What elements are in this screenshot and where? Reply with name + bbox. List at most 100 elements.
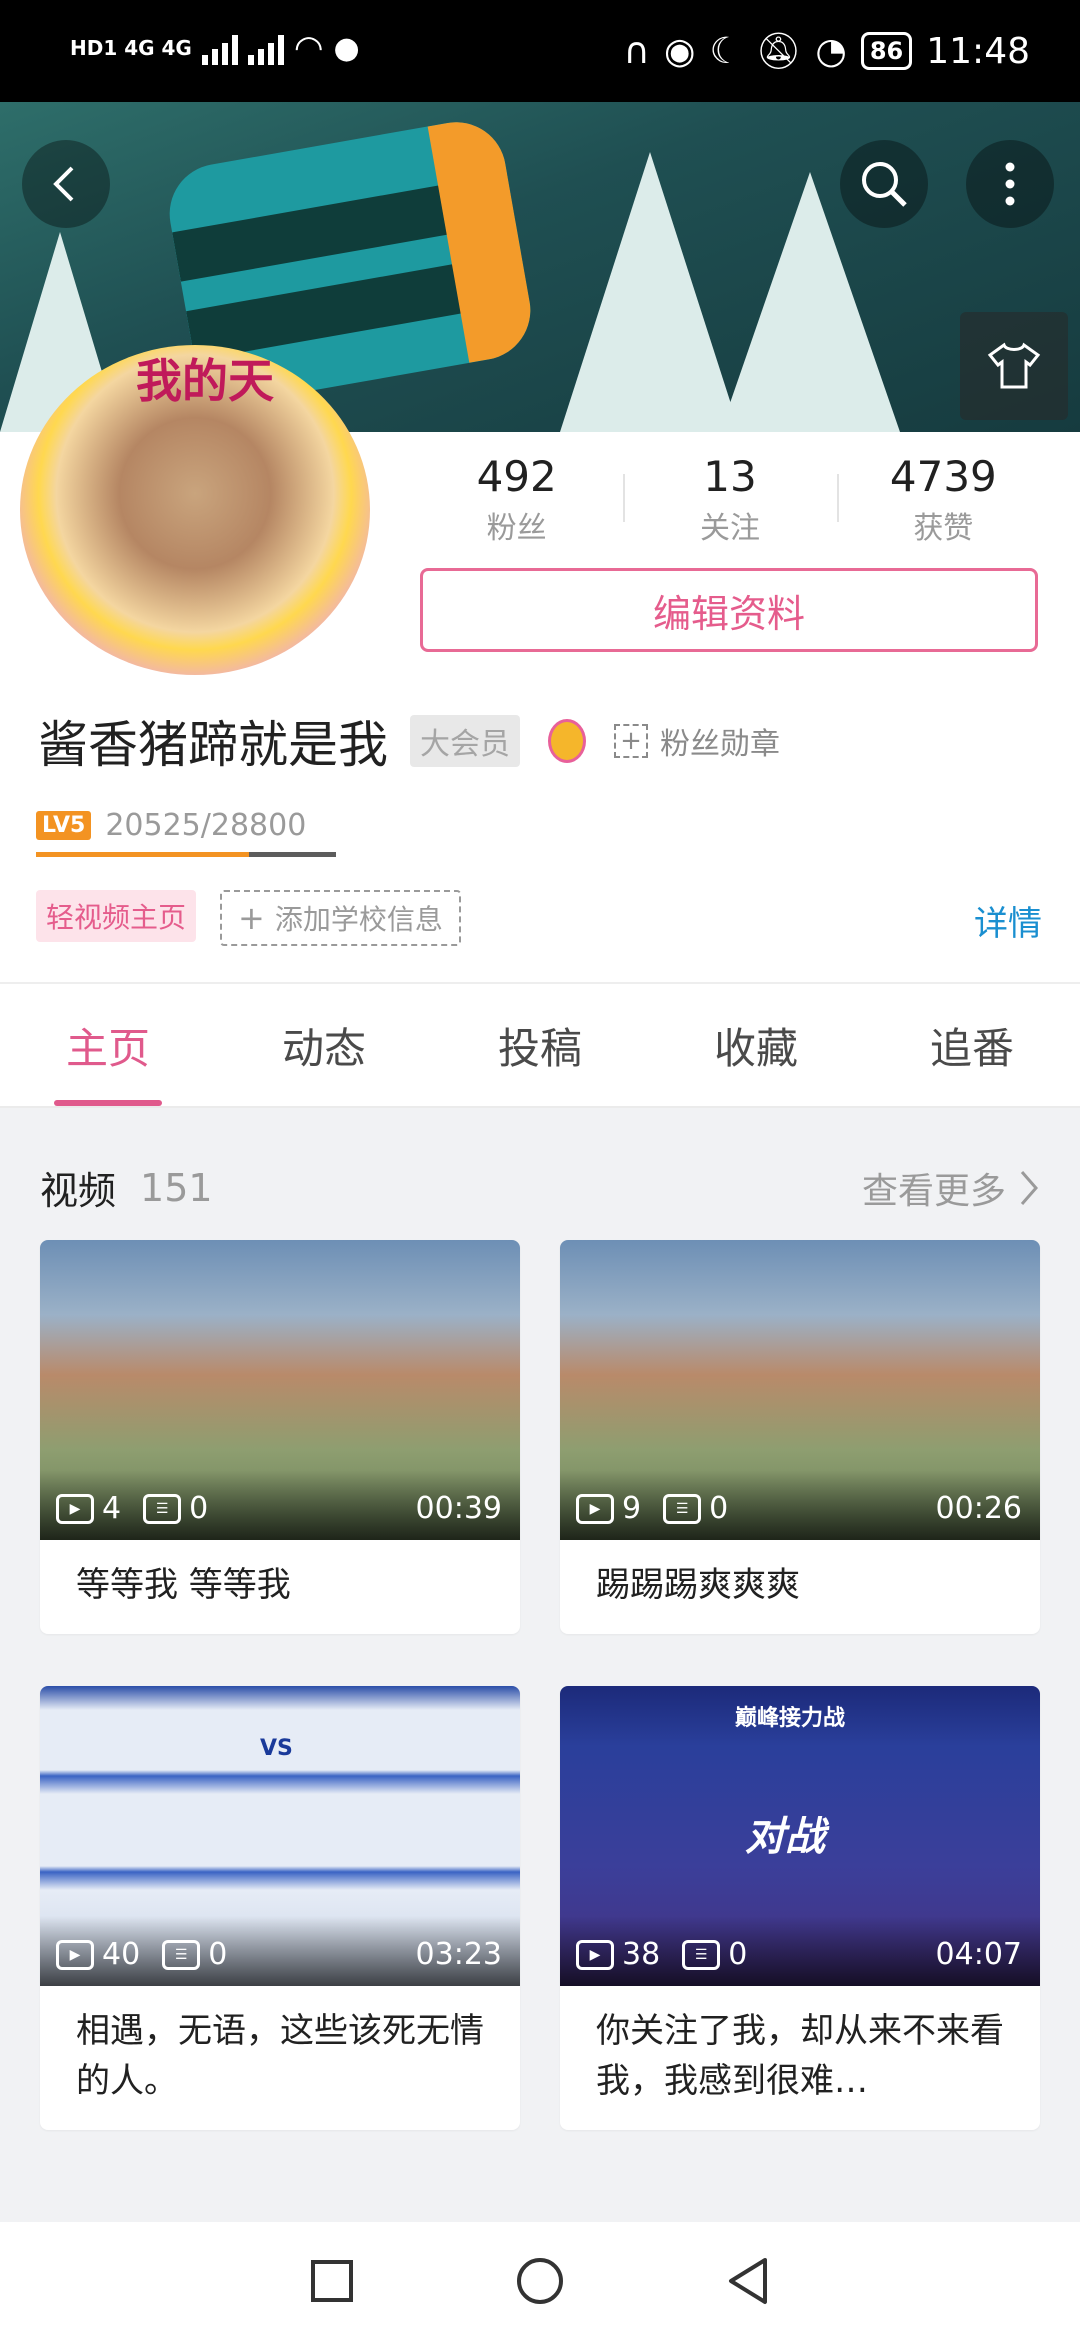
video-title[interactable]: 等等我 等等我: [40, 1540, 520, 1634]
play-count-icon: ▶: [56, 1939, 94, 1970]
duration: 03:23: [415, 1937, 502, 1972]
mute-bell-icon: 🔕︎: [755, 31, 802, 72]
tab-anime[interactable]: 追番: [864, 984, 1080, 1106]
experience-bar: [36, 852, 336, 857]
section-count: 151: [140, 1165, 213, 1210]
battery-icon: 86: [860, 32, 913, 70]
vip-badge[interactable]: 大会员: [410, 715, 520, 767]
stat-fans[interactable]: 492 粉丝: [410, 452, 623, 547]
home-icon[interactable]: [515, 2256, 565, 2306]
thumb-center-text: 对战: [745, 1814, 825, 1860]
back-button[interactable]: [22, 140, 110, 228]
video-card[interactable]: 巅峰接力战 对战 ▶ 38 ☰ 0 04:07 你关注了我，却从来不来看我，我感…: [560, 1686, 1040, 2130]
tab-dynamic[interactable]: 动态: [216, 984, 432, 1106]
search-button[interactable]: [840, 140, 928, 228]
avatar[interactable]: 我的天: [20, 345, 370, 675]
moon-icon: ☾: [709, 30, 742, 72]
tab-submissions[interactable]: 投稿: [432, 984, 648, 1106]
fan-medal-label: 粉丝勋章: [660, 727, 780, 762]
stat-value: 492: [476, 452, 557, 501]
plus-icon: +: [238, 899, 265, 937]
comment-count: 0: [709, 1491, 729, 1526]
video-thumbnail[interactable]: VS ▶ 40 ☰ 0 03:23: [40, 1686, 520, 1986]
video-card[interactable]: ▶ 9 ☰ 0 00:26 踢踢踢爽爽爽: [560, 1240, 1040, 1634]
name-row: 酱香猪蹄就是我 大会员 + 粉丝勋章: [38, 705, 780, 777]
video-thumbnail[interactable]: ▶ 9 ☰ 0 00:26: [560, 1240, 1040, 1540]
comment-count: 0: [728, 1937, 748, 1972]
comment-count: 0: [189, 1491, 209, 1526]
chevron-right-icon: [1020, 1170, 1038, 1205]
play-count-icon: ▶: [576, 1493, 614, 1524]
medal-icon[interactable]: [548, 719, 586, 763]
play-count: 38: [622, 1937, 661, 1972]
back-nav-icon[interactable]: [725, 2256, 771, 2306]
eye-icon: ◉: [664, 30, 696, 72]
video-thumbnail[interactable]: ▶ 4 ☰ 0 00:39: [40, 1240, 520, 1540]
clock: 11:48: [926, 30, 1030, 72]
status-bar: HD1 4G 4G ◠ ● ∩ ◉ ☾ 🔕︎ ◔ 86 11:48: [0, 0, 1080, 102]
stat-value: 4739: [889, 452, 997, 501]
back-arrow-icon: [53, 166, 74, 202]
add-school-label: 添加学校信息: [274, 903, 443, 936]
see-more-link[interactable]: 查看更多: [862, 1162, 1040, 1214]
experience-text: 20525/28800: [105, 808, 307, 843]
stats-row: 492 粉丝 13 关注 4739 获赞: [410, 452, 1050, 547]
more-vertical-icon: [1005, 162, 1015, 206]
video-meta: ▶ 4 ☰ 0 00:39: [56, 1491, 502, 1526]
stat-label: 获赞: [913, 511, 974, 546]
play-count: 9: [622, 1491, 642, 1526]
globe-icon: ●: [333, 30, 360, 66]
danmaku-icon: ☰: [143, 1493, 182, 1524]
video-title[interactable]: 相遇，无语，这些该死无情的人。: [40, 1986, 520, 2130]
section-title: 视频: [40, 1169, 117, 1213]
plus-icon: +: [614, 724, 648, 758]
danmaku-icon: ☰: [162, 1939, 201, 1970]
video-thumbnail[interactable]: 巅峰接力战 对战 ▶ 38 ☰ 0 04:07: [560, 1686, 1040, 1986]
stat-likes[interactable]: 4739 获赞: [836, 452, 1050, 547]
signal-icon-2: [247, 31, 284, 65]
speed-icon: ◔: [815, 30, 847, 72]
search-icon: [862, 162, 907, 207]
level-row: LV5 20525/28800: [36, 808, 306, 843]
see-more-label: 查看更多: [861, 1170, 1006, 1212]
system-nav-bar: [0, 2222, 1080, 2340]
light-video-tag[interactable]: 轻视频主页: [36, 890, 197, 942]
dress-up-button[interactable]: [960, 312, 1068, 420]
username: 酱香猪蹄就是我: [38, 716, 388, 774]
stat-value: 13: [703, 452, 757, 501]
network-indicators: HD1 4G 4G ◠ ●: [70, 28, 360, 68]
play-count: 40: [102, 1937, 141, 1972]
headphone-icon: ∩: [623, 30, 651, 72]
details-link[interactable]: 详情: [974, 896, 1042, 945]
add-school-button[interactable]: + 添加学校信息: [220, 890, 461, 946]
signal-icon: [201, 31, 238, 65]
video-title[interactable]: 踢踢踢爽爽爽: [560, 1540, 1040, 1634]
status-right: ∩ ◉ ☾ 🔕︎ ◔ 86 11:48: [623, 30, 1030, 73]
video-meta: ▶ 38 ☰ 0 04:07: [576, 1937, 1022, 1972]
videos-section-header: 视频 151 查看更多: [40, 1160, 1040, 1215]
video-card[interactable]: ▶ 4 ☰ 0 00:39 等等我 等等我: [40, 1240, 520, 1634]
danmaku-icon: ☰: [682, 1939, 721, 1970]
fan-medal-button[interactable]: + 粉丝勋章: [614, 719, 780, 763]
video-meta: ▶ 9 ☰ 0 00:26: [576, 1491, 1022, 1526]
stat-label: 关注: [699, 511, 760, 546]
edit-profile-button[interactable]: 编辑资料: [420, 568, 1038, 652]
tab-favorites[interactable]: 收藏: [648, 984, 864, 1106]
recents-icon[interactable]: [309, 2258, 355, 2304]
wifi-icon: ◠: [293, 28, 324, 68]
video-title[interactable]: 你关注了我，却从来不来看我，我感到很难…: [560, 1986, 1040, 2130]
play-count: 4: [102, 1491, 122, 1526]
comment-count: 0: [208, 1937, 228, 1972]
tshirt-icon: [987, 342, 1041, 389]
more-button[interactable]: [966, 140, 1054, 228]
tab-home[interactable]: 主页: [0, 984, 216, 1106]
stat-label: 粉丝: [486, 511, 547, 546]
play-count-icon: ▶: [56, 1493, 94, 1524]
network-label: HD1 4G 4G: [70, 36, 192, 60]
duration: 00:26: [935, 1491, 1022, 1526]
stat-following[interactable]: 13 关注: [623, 452, 836, 547]
play-count-icon: ▶: [576, 1939, 614, 1970]
level-badge: LV5: [36, 811, 92, 840]
profile-tabs: 主页 动态 投稿 收藏 追番: [0, 982, 1080, 1108]
video-card[interactable]: VS ▶ 40 ☰ 0 03:23 相遇，无语，这些该死无情的人。: [40, 1686, 520, 2130]
